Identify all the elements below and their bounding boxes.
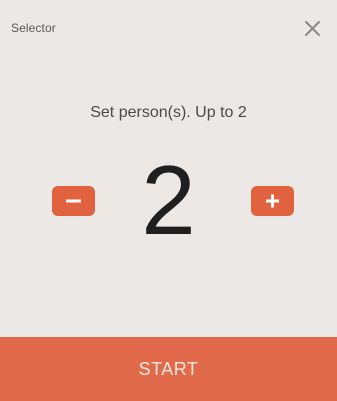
start-button[interactable]: START bbox=[0, 337, 337, 401]
close-icon bbox=[305, 21, 320, 36]
screen: Selector Set person(s). Up to 2 2 START bbox=[0, 0, 337, 401]
dialog-title: Selector bbox=[11, 21, 56, 35]
selector-prompt: Set person(s). Up to 2 bbox=[90, 104, 247, 121]
plus-icon bbox=[266, 194, 279, 208]
increment-button[interactable] bbox=[251, 186, 294, 216]
selector-dialog: Selector Set person(s). Up to 2 2 START bbox=[0, 0, 337, 401]
close-button[interactable] bbox=[299, 14, 327, 42]
